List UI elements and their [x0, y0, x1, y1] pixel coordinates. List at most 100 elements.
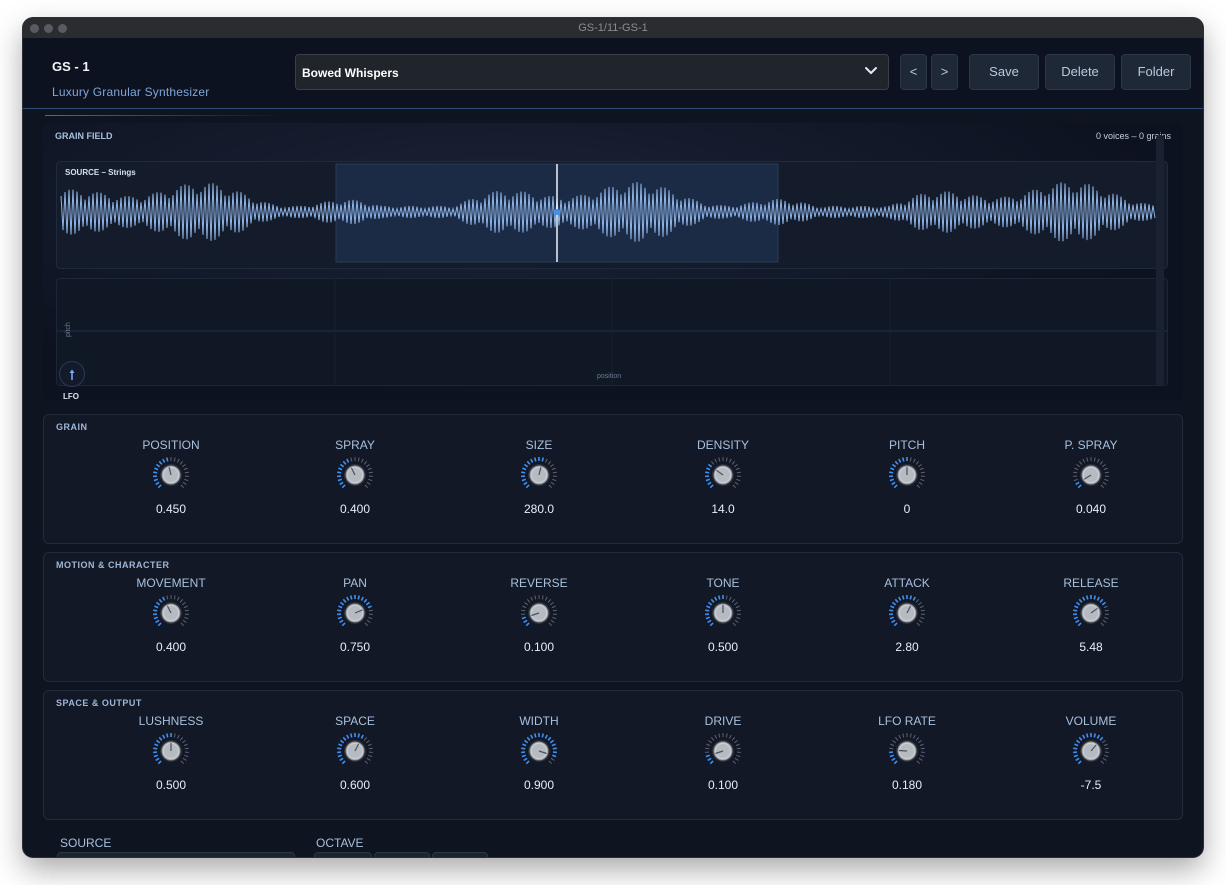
- knob-value: 0.900: [523, 778, 555, 792]
- knob-value: 0.500: [707, 640, 739, 654]
- knob-label: SIZE: [525, 438, 553, 452]
- knob-label: VOLUME: [1065, 714, 1117, 728]
- knob-label: POSITION: [142, 438, 200, 452]
- knob-reverse[interactable]: REVERSE 0.100: [447, 576, 631, 656]
- folder-button[interactable]: Folder: [1121, 54, 1191, 90]
- knob-value: 0.500: [155, 778, 187, 792]
- octave-button-3[interactable]: [432, 852, 488, 857]
- knob-size[interactable]: SIZE 280.0: [447, 438, 631, 518]
- knob-dial[interactable]: [334, 454, 376, 496]
- knob-dial[interactable]: [886, 730, 928, 772]
- save-button[interactable]: Save: [969, 54, 1039, 90]
- window-title: GS-1/11-GS-1: [578, 22, 648, 34]
- knob-dial[interactable]: [518, 592, 560, 634]
- lfo-indicator[interactable]: [59, 361, 85, 387]
- knob-label: MOVEMENT: [136, 576, 206, 590]
- knob-dial[interactable]: [334, 730, 376, 772]
- knob-label: WIDTH: [519, 714, 559, 728]
- knob-value: 0.040: [1075, 502, 1107, 516]
- knob-label: PAN: [343, 576, 367, 590]
- knob-dial[interactable]: [702, 592, 744, 634]
- knob-label: ATTACK: [884, 576, 930, 590]
- source-selector[interactable]: [57, 852, 295, 857]
- knob-value: 0.400: [339, 502, 371, 516]
- minimize-window-button[interactable]: [44, 24, 53, 33]
- knob-dial[interactable]: [150, 592, 192, 634]
- knob-dial[interactable]: [702, 454, 744, 496]
- preset-dropdown[interactable]: Bowed Whispers: [295, 54, 889, 90]
- title-bar: GS-1/11-GS-1: [23, 18, 1203, 38]
- knob-label: RELEASE: [1063, 576, 1119, 590]
- knob-value: 0.400: [155, 640, 187, 654]
- lfo-label: LFO: [63, 392, 79, 401]
- knob-position[interactable]: POSITION 0.450: [79, 438, 263, 518]
- knob-density[interactable]: DENSITY 14.0: [631, 438, 815, 518]
- grain-field-scrollbar[interactable]: [1156, 135, 1164, 385]
- knob-dial[interactable]: [150, 730, 192, 772]
- source-waveform[interactable]: SOURCE – Strings ›: [56, 161, 1168, 269]
- knob-pitch[interactable]: PITCH 0: [815, 438, 999, 518]
- knob-dial[interactable]: [334, 592, 376, 634]
- close-window-button[interactable]: [30, 24, 39, 33]
- knob-movement[interactable]: MOVEMENT 0.400: [79, 576, 263, 656]
- waveform-display: ›: [60, 163, 1163, 263]
- knob-value: 5.48: [1079, 640, 1103, 654]
- knob-dial[interactable]: [1070, 730, 1112, 772]
- knob-label: SPACE: [335, 714, 375, 728]
- y-axis-label: pitch: [65, 322, 72, 337]
- knob-attack[interactable]: ATTACK 2.80: [815, 576, 999, 656]
- knob-spray[interactable]: SPRAY 0.400: [263, 438, 447, 518]
- preset-name: Bowed Whispers: [302, 66, 399, 80]
- knob-volume[interactable]: VOLUME -7.5: [999, 714, 1183, 794]
- knob-dial[interactable]: [702, 730, 744, 772]
- knob-value: 0.180: [891, 778, 923, 792]
- grain-field[interactable]: GRAIN FIELD 0 voices – 0 grains SOURCE –…: [43, 123, 1183, 401]
- header: GS - 1 Luxury Granular Synthesizer Bowed…: [23, 38, 1203, 116]
- next-preset-button[interactable]: >: [931, 54, 958, 90]
- knob-width[interactable]: WIDTH 0.900: [447, 714, 631, 794]
- delete-button[interactable]: Delete: [1045, 54, 1115, 90]
- knob-dial[interactable]: [1070, 454, 1112, 496]
- knob-value: 0.450: [155, 502, 187, 516]
- octave-button-2[interactable]: [374, 852, 430, 857]
- knob-value: 0.600: [339, 778, 371, 792]
- knob-dial[interactable]: [150, 454, 192, 496]
- knob-p-spray[interactable]: P. SPRAY 0.040: [999, 438, 1183, 518]
- knob-dial[interactable]: [518, 454, 560, 496]
- knob-space[interactable]: SPACE 0.600: [263, 714, 447, 794]
- knob-value: 0.750: [339, 640, 371, 654]
- knob-dial[interactable]: [886, 592, 928, 634]
- knob-value: 280.0: [523, 502, 555, 516]
- knob-tone[interactable]: TONE 0.500: [631, 576, 815, 656]
- knob-value: 0: [903, 502, 911, 516]
- knob-dial[interactable]: [1070, 592, 1112, 634]
- knob-dial[interactable]: [886, 454, 928, 496]
- knob-label: TONE: [706, 576, 740, 590]
- knob-label: REVERSE: [510, 576, 568, 590]
- knob-pan[interactable]: PAN 0.750: [263, 576, 447, 656]
- knob-value: -7.5: [1080, 778, 1102, 792]
- octave-section-label: OCTAVE: [316, 836, 364, 850]
- knob-label: LFO RATE: [878, 714, 936, 728]
- grain-scatter-area[interactable]: position pitch: [56, 278, 1168, 386]
- panel-title: SPACE & OUTPUT: [56, 698, 142, 708]
- lfo-arrow-icon: [69, 369, 75, 380]
- knob-lfo-rate[interactable]: LFO RATE 0.180: [815, 714, 999, 794]
- knob-lushness[interactable]: LUSHNESS 0.500: [79, 714, 263, 794]
- zoom-window-button[interactable]: [58, 24, 67, 33]
- prev-preset-button[interactable]: <: [900, 54, 927, 90]
- knob-label: DENSITY: [696, 438, 749, 452]
- octave-button-1[interactable]: [314, 852, 372, 857]
- knob-drive[interactable]: DRIVE 0.100: [631, 714, 815, 794]
- knob-value: 0.100: [707, 778, 739, 792]
- panel-motion-character: MOTION & CHARACTER MOVEMENT 0.400 PAN 0.750…: [43, 552, 1183, 682]
- knob-label: P. SPRAY: [1064, 438, 1118, 452]
- app-title: GS - 1: [52, 59, 90, 74]
- chevron-down-icon: [865, 67, 877, 75]
- source-section-label: SOURCE: [60, 836, 112, 850]
- knob-release[interactable]: RELEASE 5.48: [999, 576, 1183, 656]
- grain-field-title: GRAIN FIELD: [55, 131, 113, 141]
- x-axis-label: position: [597, 373, 622, 380]
- knob-dial[interactable]: [518, 730, 560, 772]
- panel-space-output: SPACE & OUTPUT LUSHNESS 0.500 SPACE 0.600 WI…: [43, 690, 1183, 820]
